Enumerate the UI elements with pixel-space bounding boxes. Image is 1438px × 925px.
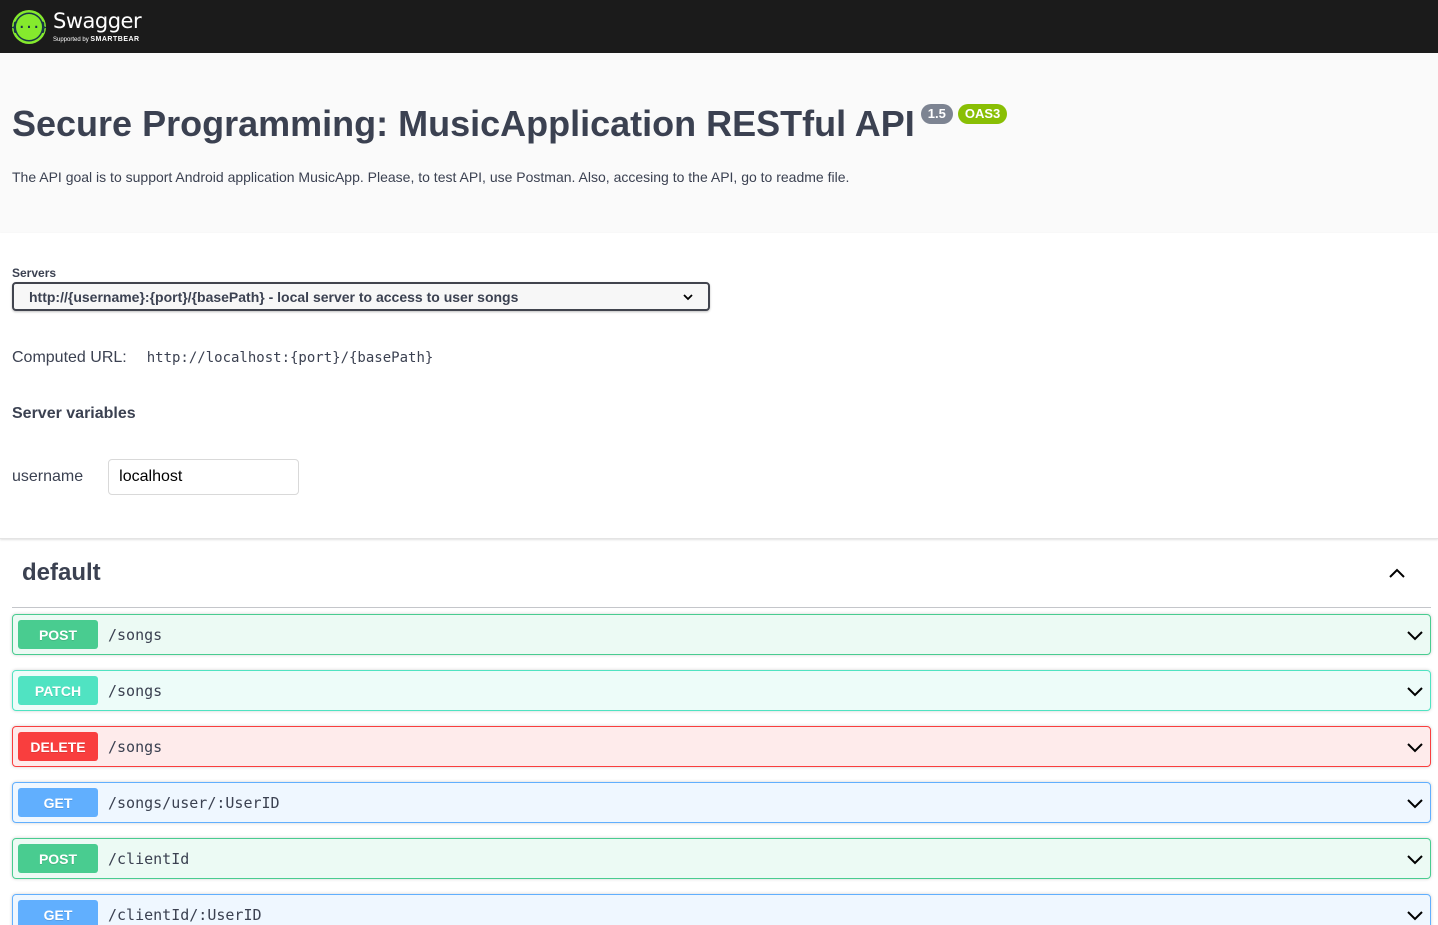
method-badge: DELETE xyxy=(18,732,98,761)
chevron-up-icon[interactable] xyxy=(1387,563,1407,583)
chevron-down-icon[interactable] xyxy=(1405,625,1425,645)
operation-path: /songs xyxy=(108,737,163,756)
chevron-down-icon[interactable] xyxy=(1405,681,1425,701)
operation-get-clientid-user[interactable]: GET /clientId/:UserID xyxy=(12,894,1431,925)
operation-delete-songs[interactable]: DELETE /songs xyxy=(12,726,1431,767)
chevron-down-icon[interactable] xyxy=(1405,905,1425,925)
tag-name: default xyxy=(22,559,101,586)
logo-sub-brand: SMARTBEAR xyxy=(90,35,140,43)
svg-text:{···}: {···} xyxy=(12,20,46,34)
operation-path: /songs xyxy=(108,625,163,644)
oas-badge: OAS3 xyxy=(957,104,1008,124)
method-badge: GET xyxy=(18,900,98,925)
computed-url-label: Computed URL: xyxy=(12,349,127,366)
api-description: The API goal is to support Android appli… xyxy=(12,169,850,185)
api-info: Secure Programming: MusicApplication RES… xyxy=(0,53,1438,233)
operation-patch-songs[interactable]: PATCH /songs xyxy=(12,670,1431,711)
version-badge: 1.5 xyxy=(920,104,953,124)
method-badge: POST xyxy=(18,620,98,649)
operation-get-songs-user[interactable]: GET /songs/user/:UserID xyxy=(12,782,1431,823)
servers-selected-value: http://{username}:{port}/{basePath} - lo… xyxy=(29,288,519,305)
operation-path: /clientId xyxy=(108,849,190,868)
computed-url-row: Computed URL: http://localhost:{port}/{b… xyxy=(12,349,1426,367)
chevron-down-icon[interactable] xyxy=(1405,849,1425,869)
tag-header-default[interactable]: default xyxy=(12,539,1431,608)
logo-subtitle: Supported by SMARTBEAR xyxy=(53,36,141,43)
chevron-down-icon[interactable] xyxy=(1405,793,1425,813)
operation-path: /songs xyxy=(108,681,163,700)
servers-select[interactable]: http://{username}:{port}/{basePath} - lo… xyxy=(12,282,710,311)
servers-label: Servers xyxy=(12,266,57,280)
server-variables-title: Server variables xyxy=(12,405,136,422)
method-badge: POST xyxy=(18,844,98,873)
username-input[interactable]: localhost xyxy=(108,459,300,495)
servers-section: Servers http://{username}:{port}/{basePa… xyxy=(0,233,1438,539)
page-title: Secure Programming: MusicApplication RES… xyxy=(12,103,915,144)
chevron-down-icon xyxy=(683,293,693,300)
method-badge: PATCH xyxy=(18,676,98,705)
server-variable-name: username xyxy=(12,468,84,485)
computed-url: http://localhost:{port}/{basePath} xyxy=(146,350,434,366)
topbar: {···} Swagger Supported by SMARTBEAR xyxy=(0,0,1438,53)
operation-post-songs[interactable]: POST /songs xyxy=(12,614,1431,655)
logo-sub-prefix: Supported by xyxy=(53,36,89,43)
operation-post-clientid[interactable]: POST /clientId xyxy=(12,838,1431,879)
chevron-down-icon[interactable] xyxy=(1405,737,1425,757)
operations-section: default POST /songs PATCH /songs DELETE … xyxy=(0,539,1438,925)
logo-name: Swagger xyxy=(53,8,142,33)
method-badge: GET xyxy=(18,788,98,817)
operation-path: /clientId/:UserID xyxy=(108,905,262,924)
operation-path: /songs/user/:UserID xyxy=(108,793,280,812)
server-variable-row: username localhost xyxy=(12,459,1426,495)
swagger-logo[interactable]: {···} Swagger Supported by SMARTBEAR xyxy=(12,8,142,44)
swagger-logo-icon: {···} xyxy=(12,9,46,44)
